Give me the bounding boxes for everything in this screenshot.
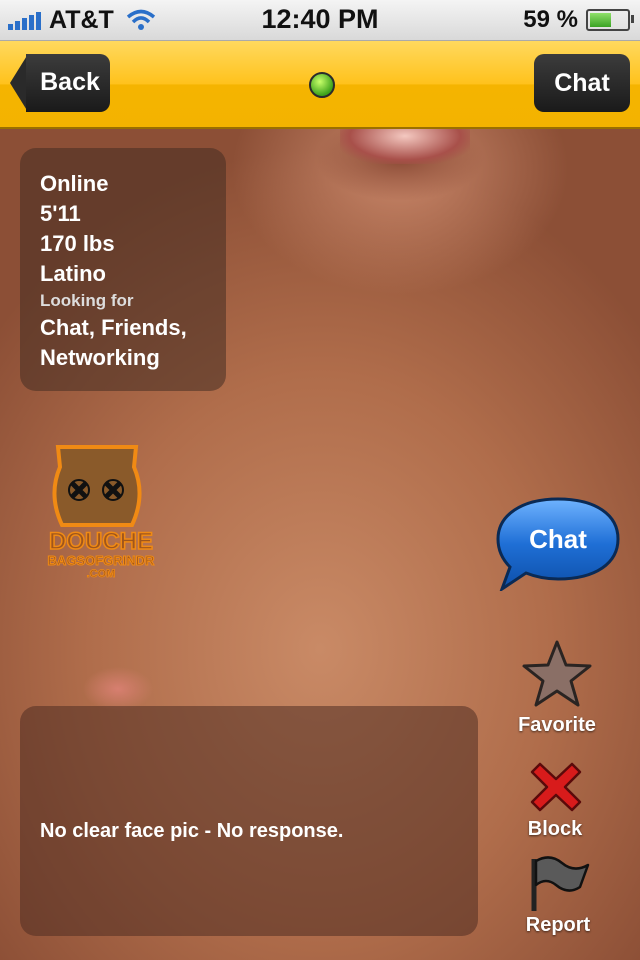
profile-note-text: No clear face pic - No response. xyxy=(40,820,344,842)
battery-fill xyxy=(590,13,611,27)
chat-bubble-label: Chat xyxy=(529,524,587,554)
looking-for-line-1: Chat, Friends, xyxy=(40,315,187,340)
watermark-line-3: .COM xyxy=(87,568,116,580)
online-indicator-icon xyxy=(309,72,335,98)
watermark-logo: DOUCHE BAGSOFGRINDR .COM xyxy=(47,445,156,580)
profile-note-panel: No clear face pic - No response. xyxy=(20,706,478,936)
profile-height: 5'11 xyxy=(40,201,81,226)
favorite-label[interactable]: Favorite xyxy=(507,714,607,737)
flag-icon[interactable] xyxy=(528,855,590,913)
profile-info-panel: Online 5'11 170 lbs Latino Looking for C… xyxy=(20,148,226,391)
profile-status: Online xyxy=(40,171,109,196)
back-button-label: Back xyxy=(40,68,100,96)
profile-ethnicity: Latino xyxy=(40,261,106,286)
watermark-line-1: DOUCHE xyxy=(49,528,153,555)
chat-nav-button[interactable]: Chat xyxy=(534,54,630,112)
looking-for-line-2: Networking xyxy=(40,345,160,370)
watermark-line-2: BAGSOFGRINDR xyxy=(48,553,156,568)
block-x-icon[interactable] xyxy=(528,760,584,814)
profile-weight: 170 lbs xyxy=(40,231,115,256)
chat-bubble-button[interactable]: Chat xyxy=(496,497,620,591)
battery-percent: 59 % xyxy=(523,6,578,33)
looking-for-label: Looking for xyxy=(40,291,134,310)
status-right: 59 % xyxy=(523,6,634,34)
photo-mouth-detail xyxy=(340,129,470,164)
star-icon[interactable] xyxy=(521,639,593,711)
battery-icon xyxy=(586,9,634,31)
status-bar: AT&T 12:40 PM 59 % xyxy=(0,0,640,41)
report-label[interactable]: Report xyxy=(508,914,608,937)
block-label[interactable]: Block xyxy=(505,818,605,841)
back-button[interactable]: Back xyxy=(10,54,110,112)
